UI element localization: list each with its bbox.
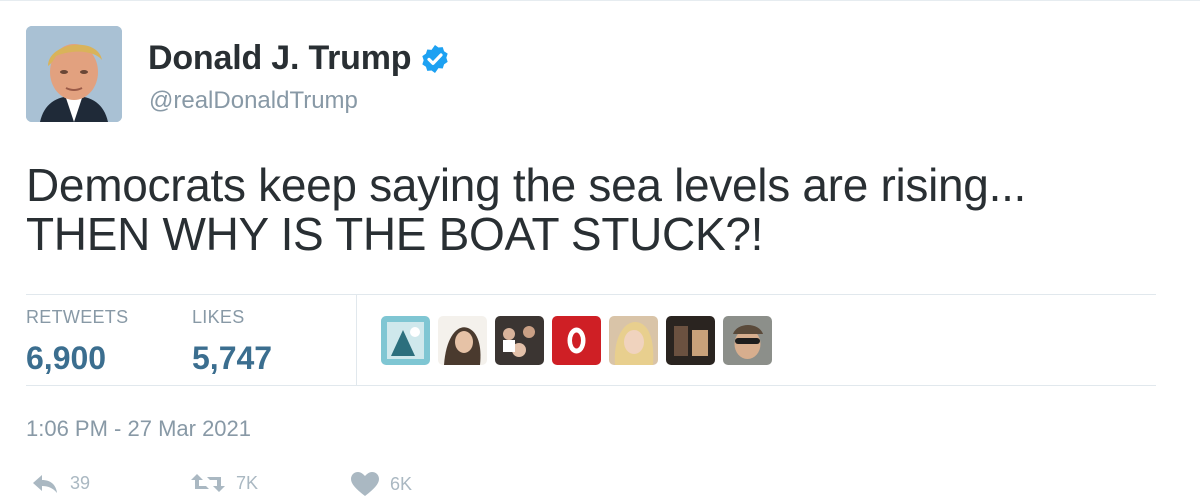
heart-icon: [351, 472, 379, 496]
author-name-row: Donald J. Trump: [148, 39, 451, 78]
reply-icon: [33, 475, 57, 493]
stats-separator: [356, 294, 357, 385]
likes-label: LIKES: [192, 307, 245, 327]
like-count: 6K: [390, 473, 413, 494]
retweets-label: RETWEETS: [26, 307, 129, 327]
retweet-icon: [191, 474, 225, 492]
liker-avatar-4[interactable]: [552, 316, 601, 365]
tweet-text: Democrats keep saying the sea levels are…: [26, 161, 1186, 259]
tweet-card: Donald J. Trump @realDonaldTrump Democra…: [0, 0, 1200, 497]
likes-value: 5,747: [192, 340, 273, 376]
retweets-stat[interactable]: RETWEETS 6,900: [26, 307, 128, 377]
likes-stat[interactable]: LIKES 5,747: [192, 307, 272, 377]
like-button[interactable]: 6K: [350, 471, 412, 497]
liker-avatar-7[interactable]: [723, 316, 772, 365]
liker-avatar-3[interactable]: [495, 316, 544, 365]
author-avatar[interactable]: [26, 26, 122, 122]
retweets-value: 6,900: [26, 340, 107, 376]
tweet-line-1: Democrats keep saying the sea levels are…: [26, 159, 1027, 211]
liker-avatar-1[interactable]: [381, 316, 430, 365]
liker-avatar-5[interactable]: [609, 316, 658, 365]
verified-badge-icon: [422, 44, 449, 73]
reply-count: 39: [70, 472, 91, 493]
liker-avatar-6[interactable]: [666, 316, 715, 365]
retweet-count: 7K: [236, 472, 259, 493]
tweet-line-2: THEN WHY IS THE BOAT STUCK?!: [26, 208, 764, 260]
likers-avatars: [381, 316, 772, 365]
tweet-timestamp[interactable]: 1:06 PM - 27 Mar 2021: [26, 416, 251, 442]
liker-avatar-2[interactable]: [438, 316, 487, 365]
retweet-button[interactable]: 7K: [190, 471, 258, 495]
author-name[interactable]: Donald J. Trump: [148, 39, 412, 78]
divider-top: [26, 294, 1156, 295]
author-handle[interactable]: @realDonaldTrump: [149, 87, 358, 115]
reply-button[interactable]: 39: [30, 471, 90, 495]
divider-bottom: [26, 385, 1156, 386]
